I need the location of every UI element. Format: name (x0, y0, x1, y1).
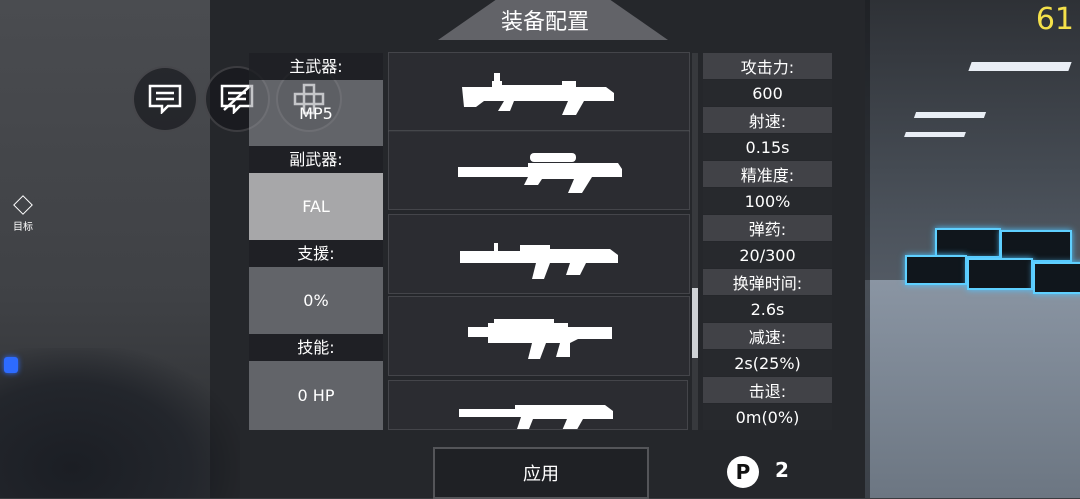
fps-counter: 61 (1035, 2, 1074, 37)
objective-marker: 目标 (8, 195, 38, 233)
stat-label: 射速: (703, 107, 832, 133)
stat-label: 精准度: (703, 161, 832, 187)
crate (935, 228, 1001, 258)
stat-label: 换弹时间: (703, 269, 832, 295)
stat-label: 击退: (703, 377, 832, 403)
skill-label: 技能: (249, 334, 383, 361)
stat-value: 20/300 (703, 242, 832, 268)
diamond-icon (13, 195, 33, 215)
weapon-option[interactable] (388, 296, 690, 376)
loadout-list: 主武器: MP5 副武器: FAL 支援: 0% 技能: 0 HP (249, 53, 383, 430)
page-title: 装备配置 (500, 10, 589, 35)
stat-label: 弹药: (703, 215, 832, 241)
support-label: 支援: (249, 240, 383, 267)
stat-label: 攻击力: (703, 53, 832, 79)
chat-icon (148, 84, 182, 114)
player-weapon (0, 348, 240, 498)
stat-value: 2.6s (703, 296, 832, 322)
stat-value: 0.15s (703, 134, 832, 160)
crate (905, 255, 967, 285)
battle-rifle-icon (460, 243, 618, 279)
ceiling-light (904, 132, 966, 137)
currency-icon: P (727, 456, 759, 488)
weapon-option[interactable] (388, 214, 690, 294)
weapon-light (4, 357, 18, 373)
machine-gun-icon (462, 73, 614, 115)
scrollbar-thumb[interactable] (692, 288, 698, 358)
shotgun-icon (459, 405, 613, 429)
crate (967, 258, 1033, 290)
ceiling-light (913, 112, 987, 118)
stat-value: 100% (703, 188, 832, 214)
stat-label: 减速: (703, 323, 832, 349)
secondary-weapon-label: 副武器: (249, 146, 383, 173)
sniper-rifle-icon (458, 153, 622, 193)
weapon-list-scrollbar[interactable] (692, 53, 698, 430)
ceiling-light (968, 62, 1072, 71)
skill-slot[interactable]: 0 HP (249, 361, 383, 430)
stat-value: 600 (703, 80, 832, 106)
chat-button[interactable] (132, 66, 198, 132)
primary-weapon-label: 主武器: (249, 53, 383, 80)
assault-rifle-icon (468, 319, 612, 359)
apply-button[interactable]: 应用 (433, 447, 649, 499)
stat-value: 0m(0%) (703, 404, 832, 430)
crate (1033, 262, 1080, 294)
secondary-weapon-slot[interactable]: FAL (249, 173, 383, 240)
weapon-option[interactable] (388, 380, 688, 430)
primary-weapon-slot[interactable]: MP5 (249, 80, 383, 146)
stat-value: 2s(25%) (703, 350, 832, 376)
weapon-option[interactable] (388, 52, 690, 132)
support-slot[interactable]: 0% (249, 267, 383, 334)
weapon-option[interactable] (388, 130, 690, 210)
currency-count: 2 (775, 458, 789, 482)
